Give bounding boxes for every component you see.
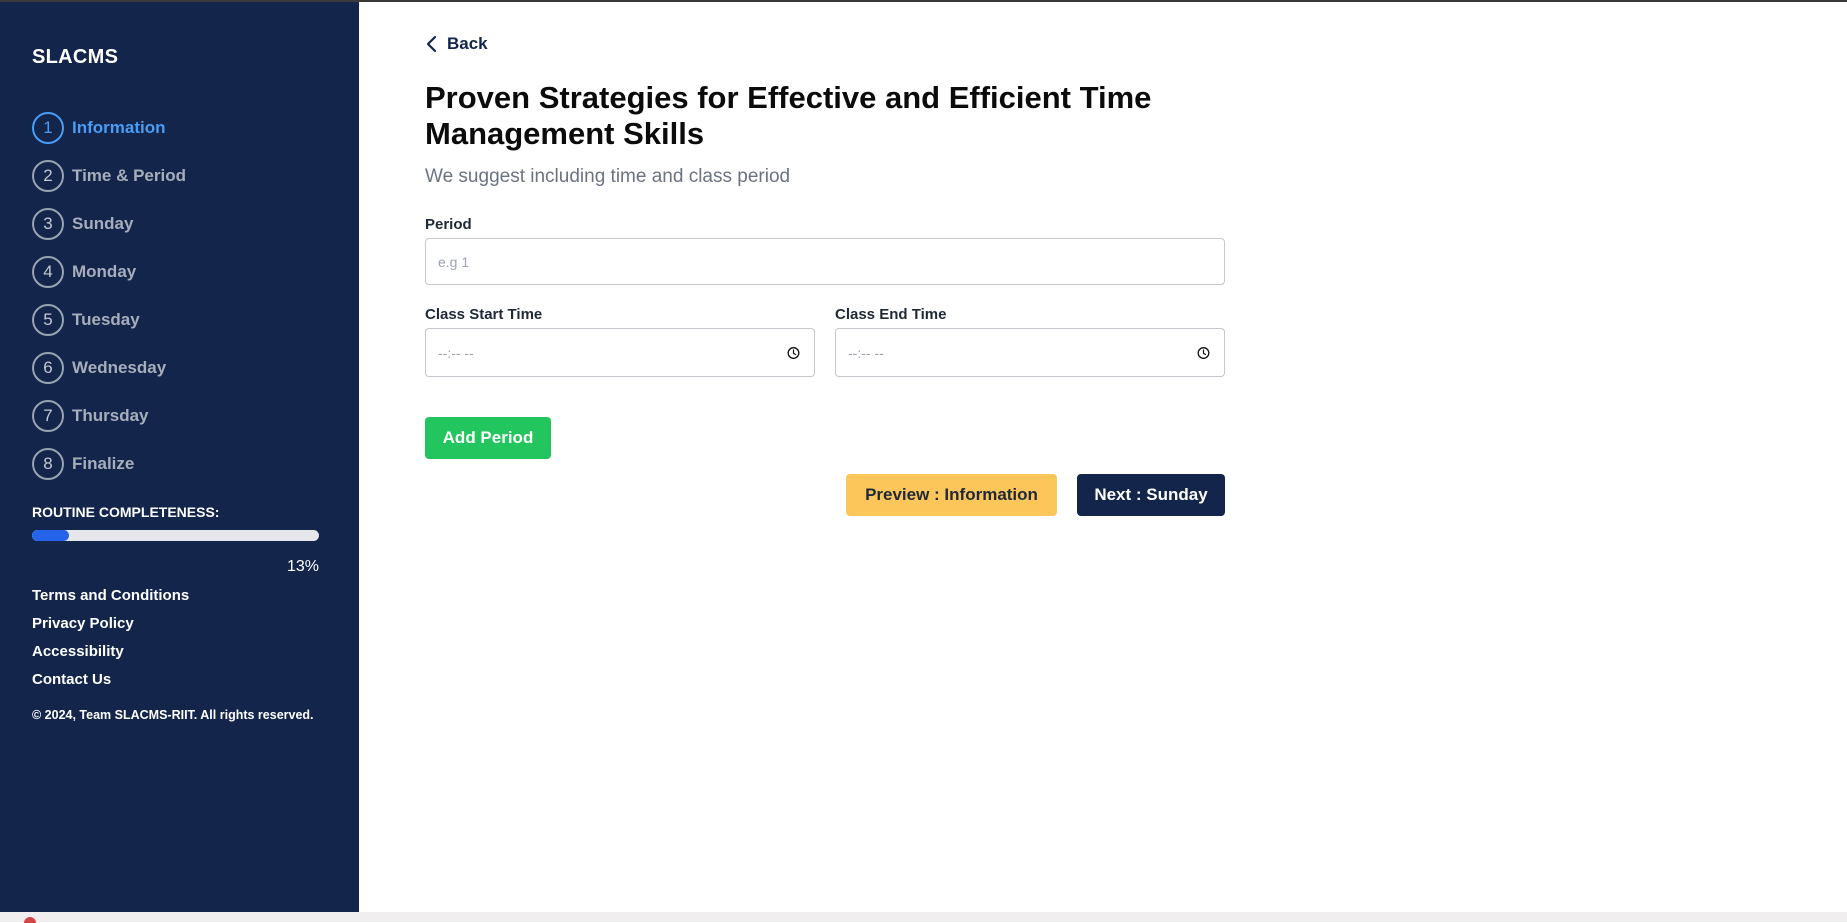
step-label: Monday <box>72 262 137 281</box>
privacy-link[interactable]: Privacy Policy <box>32 610 189 638</box>
class-end-time-label: Class End Time <box>835 306 947 323</box>
step-label: Information <box>72 118 166 137</box>
taskbar-indicator <box>24 917 36 923</box>
step-number: 4 <box>32 256 64 288</box>
completeness-label: ROUTINE COMPLETENESS: <box>32 504 220 520</box>
class-start-time-field[interactable]: --:-- -- <box>425 328 815 377</box>
step-information[interactable]: 1 Information <box>32 104 186 152</box>
period-field[interactable] <box>425 238 1225 285</box>
completeness-progress-bar <box>32 530 319 541</box>
footer-links: Terms and Conditions Privacy Policy Acce… <box>32 582 189 694</box>
step-time-period[interactable]: 2 Time & Period <box>32 152 186 200</box>
accessibility-link[interactable]: Accessibility <box>32 638 189 666</box>
back-label: Back <box>447 34 488 53</box>
class-start-time-label: Class Start Time <box>425 306 543 323</box>
completeness-progress-fill <box>32 530 70 541</box>
copyright: © 2024, Team SLACMS-RIIT. All rights res… <box>32 708 314 722</box>
step-sunday[interactable]: 3 Sunday <box>32 200 186 248</box>
step-number: 7 <box>32 400 64 432</box>
step-label: Tuesday <box>72 310 140 329</box>
step-label: Sunday <box>72 214 134 233</box>
step-label: Thursday <box>72 406 149 425</box>
step-tuesday[interactable]: 5 Tuesday <box>32 296 186 344</box>
step-label: Time & Period <box>72 166 186 185</box>
contact-link[interactable]: Contact Us <box>32 666 189 694</box>
page-title: Proven Strategies for Effective and Effi… <box>425 80 1152 151</box>
period-input[interactable] <box>438 253 1224 270</box>
step-label: Finalize <box>72 454 135 473</box>
class-end-time-field[interactable]: --:-- -- <box>835 328 1225 377</box>
step-number: 2 <box>32 160 64 192</box>
next-sunday-button[interactable]: Next : Sunday <box>1077 474 1225 516</box>
step-number: 8 <box>32 448 64 480</box>
page-subtitle: We suggest including time and class peri… <box>425 166 791 187</box>
sidebar: SLACMS 1 Information 2 Time & Period 3 S… <box>0 2 359 912</box>
main-content: Back Proven Strategies for Effective and… <box>359 2 1847 912</box>
preview-information-button[interactable]: Preview : Information <box>846 474 1057 516</box>
step-list: 1 Information 2 Time & Period 3 Sunday 4… <box>32 104 186 488</box>
taskbar-strip <box>0 912 1847 923</box>
step-finalize[interactable]: 8 Finalize <box>32 440 186 488</box>
step-label: Wednesday <box>72 358 167 377</box>
step-number: 3 <box>32 208 64 240</box>
class-start-time-value: --:-- -- <box>438 344 474 361</box>
class-end-time-value: --:-- -- <box>848 344 884 361</box>
completeness-percent: 13% <box>286 558 319 575</box>
step-thursday[interactable]: 7 Thursday <box>32 392 186 440</box>
terms-link[interactable]: Terms and Conditions <box>32 582 189 610</box>
back-button[interactable]: Back <box>425 34 488 54</box>
step-number: 6 <box>32 352 64 384</box>
period-label: Period <box>425 216 472 233</box>
step-wednesday[interactable]: 6 Wednesday <box>32 344 186 392</box>
brand-logo: SLACMS <box>32 46 119 68</box>
step-number: 5 <box>32 304 64 336</box>
clock-icon[interactable] <box>1197 346 1210 359</box>
clock-icon[interactable] <box>787 346 800 359</box>
chevron-left-icon <box>426 35 437 53</box>
add-period-button[interactable]: Add Period <box>425 417 551 459</box>
step-monday[interactable]: 4 Monday <box>32 248 186 296</box>
step-number: 1 <box>32 112 64 144</box>
